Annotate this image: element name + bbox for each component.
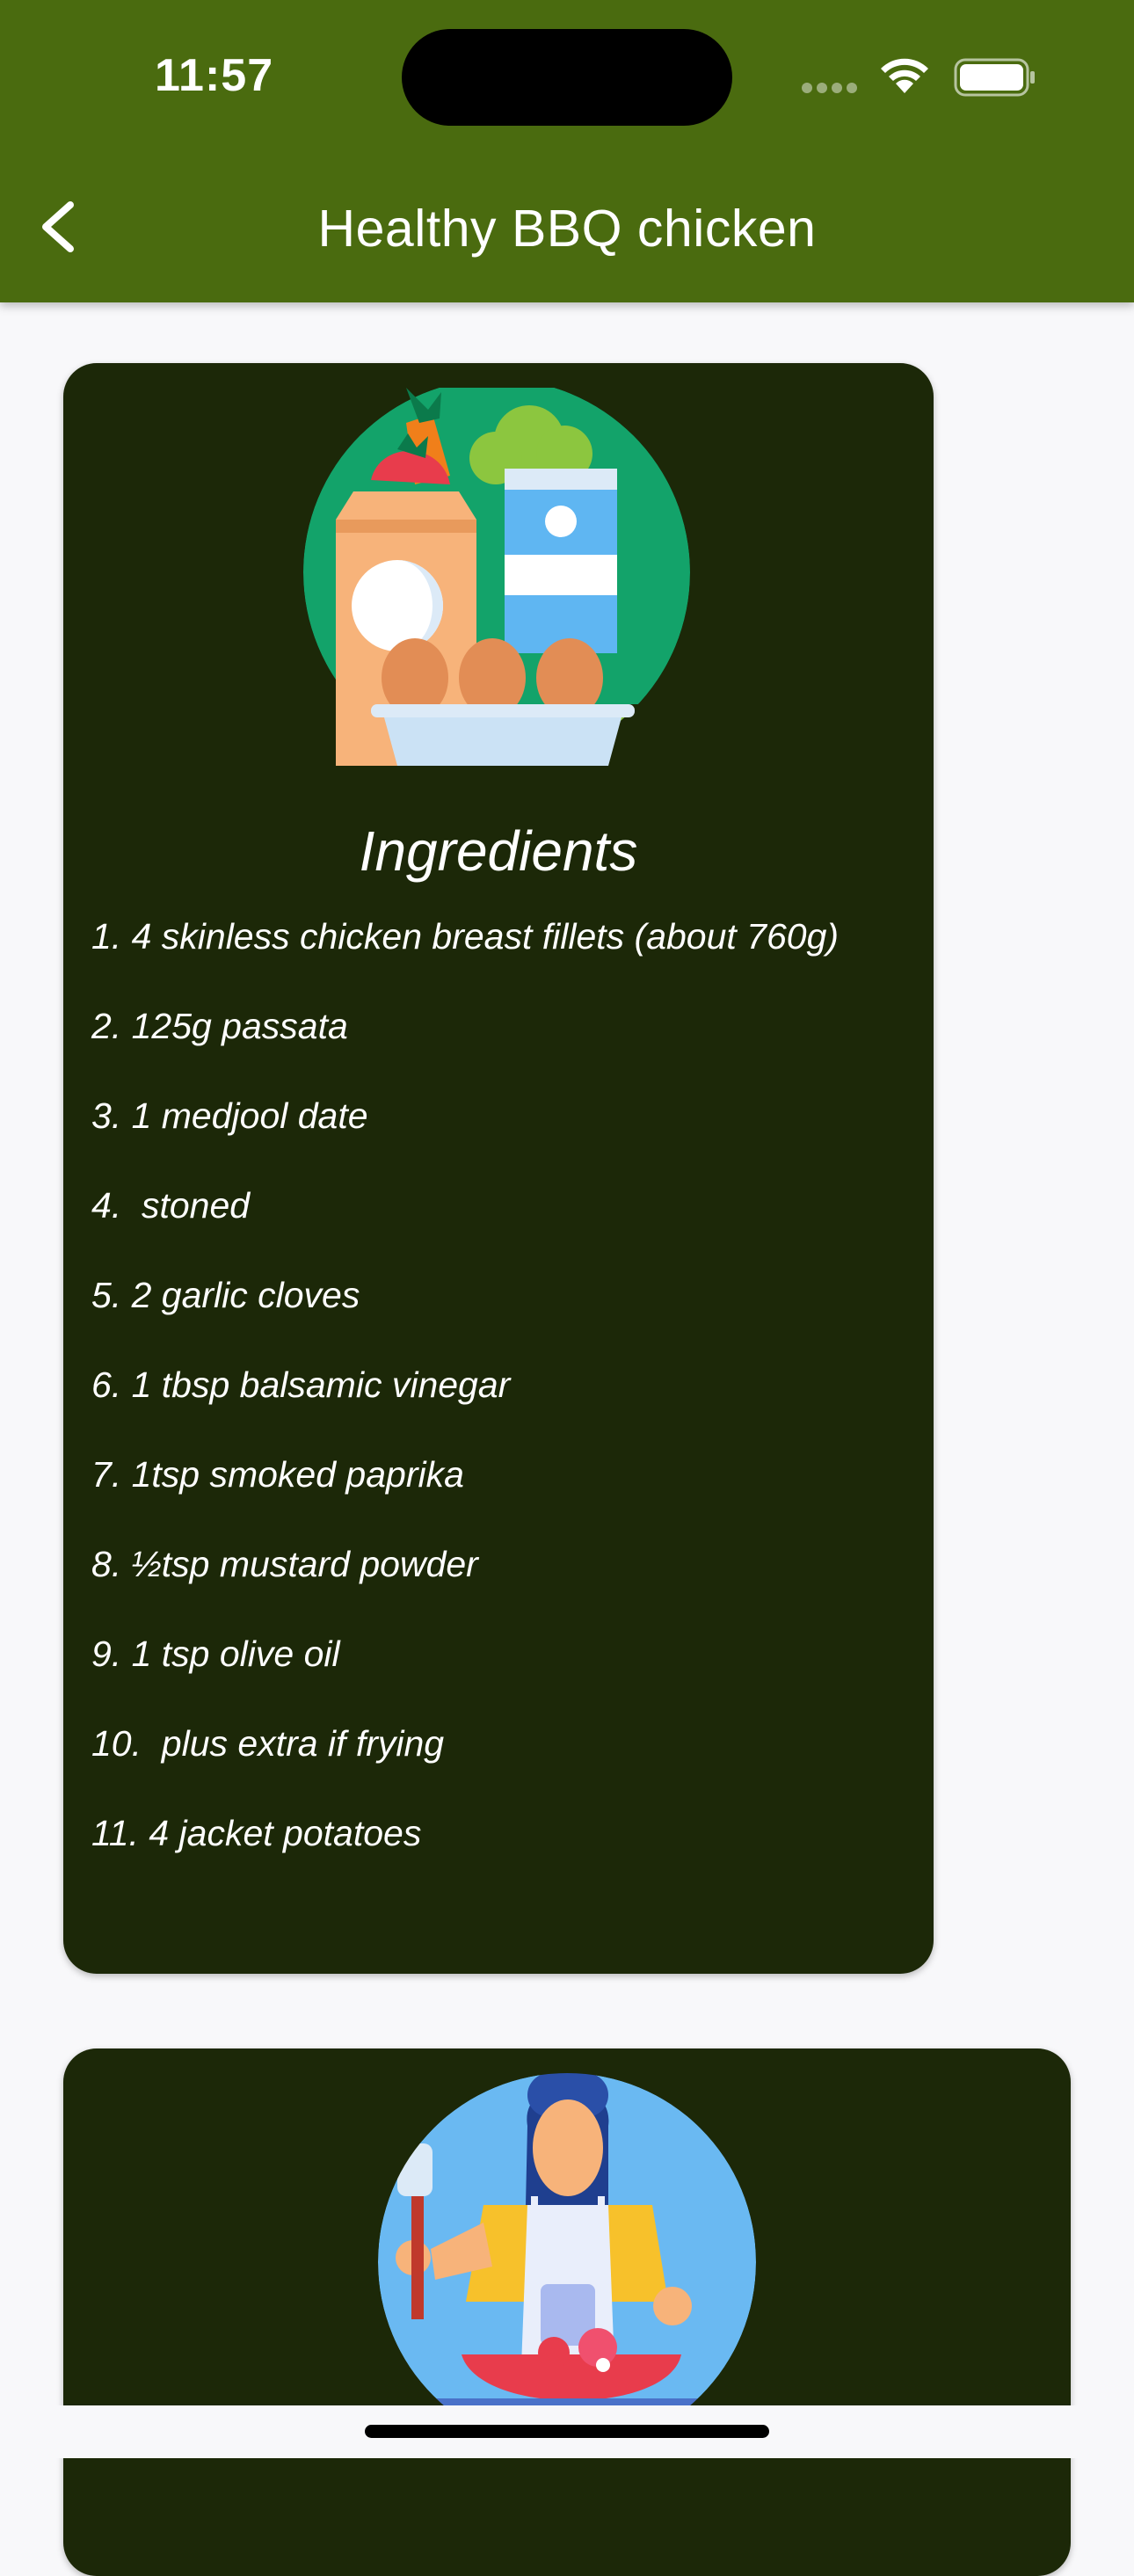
ingredient-item: 4. stoned <box>91 1185 251 1226</box>
ingredient-item: 5. 2 garlic cloves <box>91 1275 360 1315</box>
chef-cooking-illustration <box>378 2073 756 2442</box>
home-indicator[interactable] <box>365 2425 769 2438</box>
ingredient-item: 11. 4 jacket potatoes <box>91 1813 422 1853</box>
battery-icon <box>954 58 1035 97</box>
groceries-illustration <box>301 388 696 766</box>
ingredient-item: 8. ½tsp mustard powder <box>91 1544 478 1584</box>
ingredient-item: 9. 1 tsp olive oil <box>91 1634 340 1674</box>
ingredients-heading: Ingredients <box>359 819 638 883</box>
ingredient-item: 10. plus extra if frying <box>91 1723 445 1764</box>
ingredient-item: 3. 1 medjool date <box>91 1095 368 1136</box>
ingredient-item: 7. 1tsp smoked paprika <box>91 1454 464 1495</box>
cellular-signal-icon <box>802 82 861 98</box>
method-card <box>63 2048 1071 2576</box>
ingredient-item: 6. 1 tbsp balsamic vinegar <box>91 1364 511 1405</box>
ingredient-item: 1. 4 skinless chicken breast fillets (ab… <box>91 916 840 957</box>
app-bar: 11:57 Healthy BBQ chicken <box>0 0 1134 302</box>
ingredients-card: Ingredients 1. 4 skinless chicken breast… <box>63 363 934 1974</box>
wifi-icon <box>881 58 928 93</box>
page-title: Healthy BBQ chicken <box>317 200 817 258</box>
dynamic-island <box>402 29 732 126</box>
ingredient-item: 2. 125g passata <box>91 1006 348 1046</box>
status-time: 11:57 <box>155 50 274 101</box>
ingredients-list: 1. 4 skinless chicken breast fillets (ab… <box>91 917 839 1903</box>
